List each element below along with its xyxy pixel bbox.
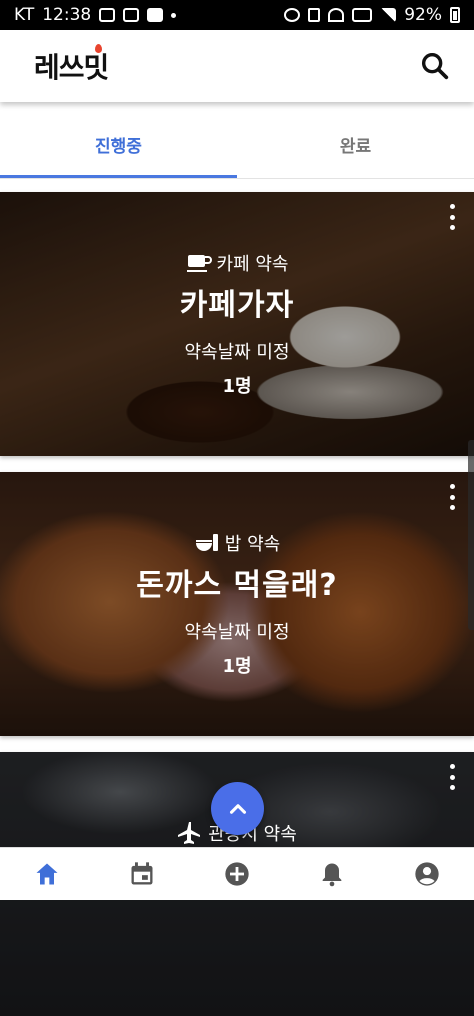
home-icon [36,863,58,885]
tab-in-progress[interactable]: 진행중 [0,110,237,178]
nav-home[interactable] [27,854,67,894]
scroll-to-top-button[interactable] [211,782,264,835]
mute-icon [308,8,321,22]
battery-icon [450,7,460,23]
wifi-icon [328,8,345,22]
battery-label: 92% [404,5,442,25]
nav-profile[interactable] [407,854,447,894]
bottom-navigation [0,847,474,900]
card-category-label: 카페 약속 [216,254,289,275]
card-category-label: 밥 약속 [224,534,281,555]
card-participant-count: 1명 [222,376,252,397]
logo-drop-icon [95,44,102,53]
more-options-button[interactable] [446,204,458,230]
account-icon [414,862,439,886]
clock-label: 12:38 [42,5,92,25]
appointment-card[interactable]: 밥 약속 돈까스 먹을래? 약속날짜 미정 1명 [0,472,474,736]
more-options-button[interactable] [446,764,458,790]
bell-icon [322,863,342,887]
add-circle-icon [225,862,249,886]
signal-icon [380,8,397,22]
card-title: 카페가자 [179,288,295,323]
search-icon [421,52,449,80]
hd-icon [352,8,373,22]
screenshot-icon [123,8,140,22]
card-category: 카페 약속 [186,250,289,276]
card-date: 약속날짜 미정 [184,342,290,363]
card-category: 밥 약속 [194,530,280,556]
screenshot-icon [99,8,116,22]
card-date: 약속날짜 미정 [184,622,290,643]
more-options-button[interactable] [446,484,458,510]
app-logo-text: 레쓰밋 [34,51,109,84]
nav-notifications[interactable] [312,854,352,894]
edge-panel-handle[interactable] [468,440,474,630]
youtube-icon [147,8,164,22]
alarm-icon [284,8,301,22]
calendar-icon [131,862,153,885]
card-title: 돈까스 먹을래? [136,568,338,603]
app-logo: 레쓰밋 [34,44,109,86]
airplane-icon [178,822,201,844]
search-button[interactable] [418,49,452,83]
tab-completed[interactable]: 완료 [237,110,474,178]
appointment-card[interactable]: 카페 약속 카페가자 약속날짜 미정 1명 [0,192,474,456]
nav-create[interactable] [217,854,257,894]
tabs-divider [0,178,474,179]
tab-bar: 진행중 완료 [0,110,474,178]
chevron-up-icon [229,803,246,814]
card-participant-count: 1명 [222,656,252,677]
notification-dot-icon [171,12,177,18]
coffee-cup-icon [186,255,212,272]
nav-calendar[interactable] [122,854,162,894]
app-bar: 레쓰밋 [0,30,474,102]
status-bar: KT 12:38 92% [0,0,474,30]
carrier-label: KT [14,5,35,25]
meal-icon [195,534,218,551]
